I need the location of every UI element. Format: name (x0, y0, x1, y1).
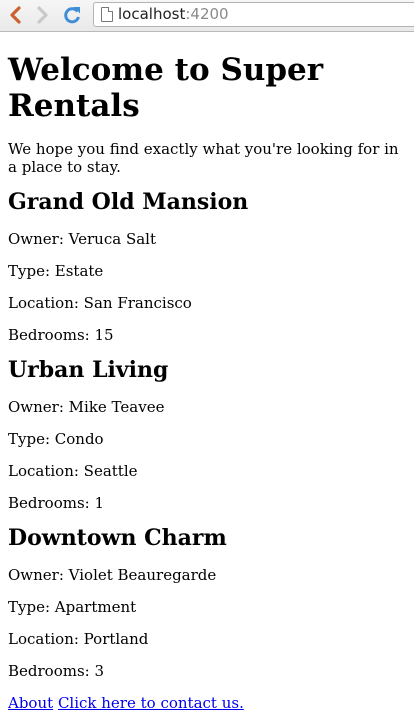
rental-type: Type: Estate (8, 262, 104, 280)
contact-link[interactable]: Click here to contact us. (58, 694, 244, 712)
rental-type: Type: Apartment (8, 598, 137, 616)
rental-listing: Urban Living Owner: Mike Teavee Type: Co… (8, 356, 406, 512)
rental-location: Location: San Francisco (8, 294, 192, 312)
page-title: Welcome to Super Rentals (8, 52, 324, 124)
rental-title: Grand Old Mansion (8, 189, 249, 215)
reload-icon (64, 7, 80, 24)
intro-text: We hope you find exactly what you're loo… (8, 140, 399, 176)
rental-owner: Owner: Violet Beauregarde (8, 566, 217, 584)
address-bar[interactable]: localhost:4200 (93, 2, 414, 27)
rental-listing: Grand Old Mansion Owner: Veruca Salt Typ… (8, 188, 406, 344)
back-arrow-icon (10, 6, 21, 24)
page-icon (101, 7, 113, 22)
url-text: localhost:4200 (118, 3, 229, 26)
rental-title: Urban Living (8, 357, 169, 383)
url-host: localhost (118, 5, 186, 23)
about-link[interactable]: About (8, 694, 53, 712)
forward-arrow-icon (37, 6, 48, 24)
rental-location: Location: Portland (8, 630, 149, 648)
rental-listing: Downtown Charm Owner: Violet Beauregarde… (8, 524, 406, 680)
back-button[interactable] (4, 4, 26, 26)
rental-bedrooms: Bedrooms: 3 (8, 662, 105, 680)
url-port: :4200 (185, 5, 229, 23)
rental-bedrooms: Bedrooms: 15 (8, 326, 114, 344)
rental-owner: Owner: Veruca Salt (8, 230, 156, 248)
rental-title: Downtown Charm (8, 525, 227, 551)
forward-button[interactable] (32, 4, 54, 26)
footer-links: About Click here to contact us. (8, 694, 406, 712)
reload-button[interactable] (61, 4, 83, 26)
rental-owner: Owner: Mike Teavee (8, 398, 165, 416)
browser-toolbar: localhost:4200 (0, 0, 414, 32)
rental-location: Location: Seattle (8, 462, 138, 480)
rental-type: Type: Condo (8, 430, 104, 448)
page-content: Welcome to Super Rentals We hope you fin… (0, 52, 414, 712)
rental-bedrooms: Bedrooms: 1 (8, 494, 105, 512)
